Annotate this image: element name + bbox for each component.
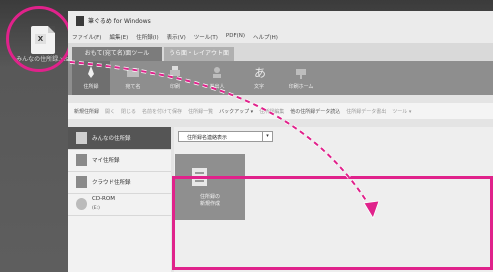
arrow-line bbox=[69, 61, 373, 211]
arrow-outline bbox=[69, 60, 374, 211]
drag-arrow bbox=[69, 60, 380, 219]
arrow-head bbox=[363, 200, 380, 219]
